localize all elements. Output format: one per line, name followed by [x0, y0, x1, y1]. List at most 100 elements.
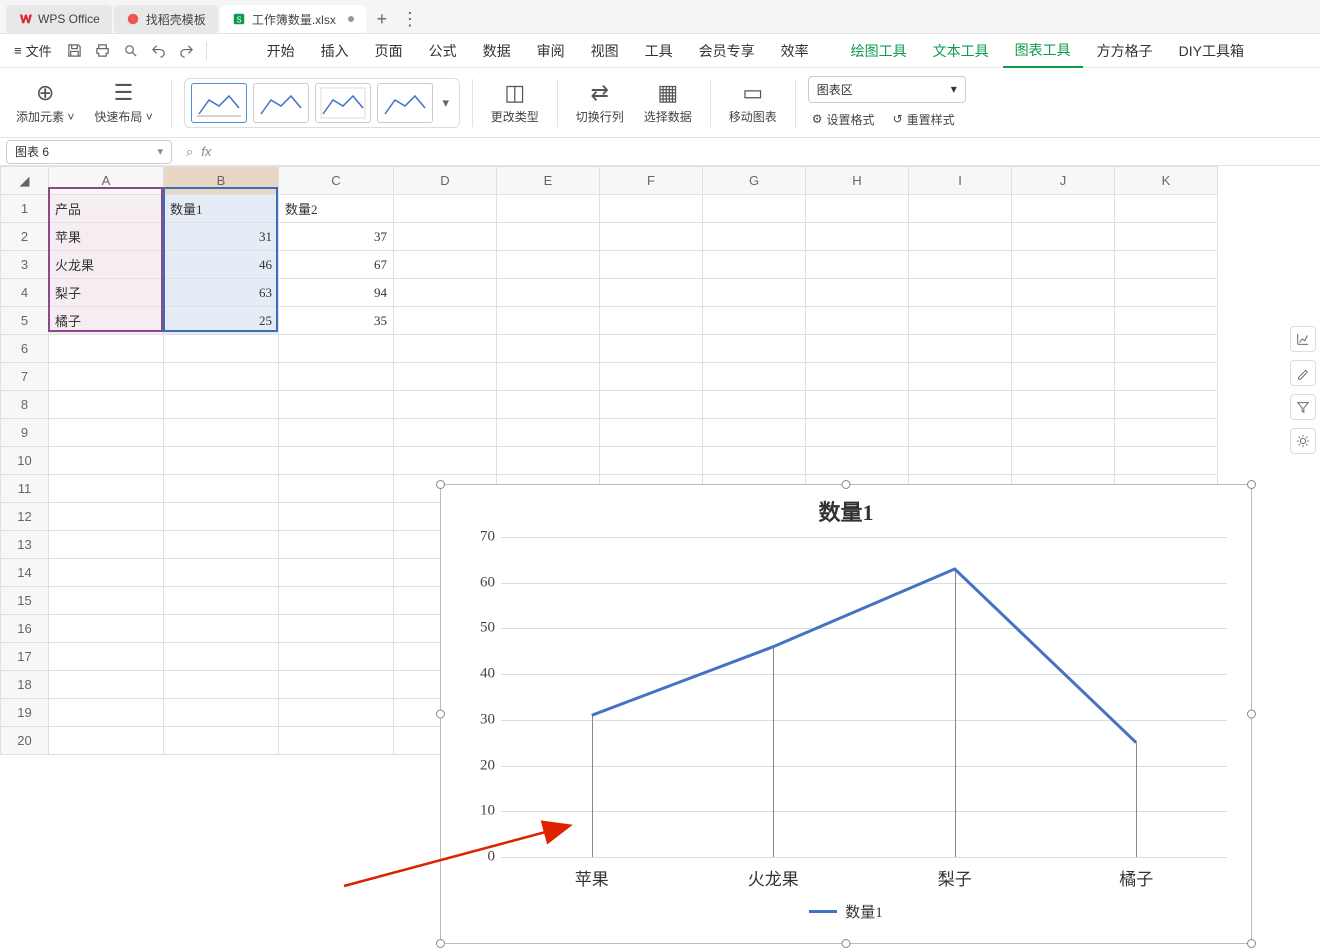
resize-handle[interactable] [1247, 480, 1256, 489]
ribbon-move-chart[interactable]: ▭ 移动图表 [723, 73, 783, 133]
cell[interactable] [703, 279, 806, 307]
row-header[interactable]: 9 [1, 419, 49, 447]
cell[interactable] [806, 419, 909, 447]
resize-handle[interactable] [1247, 939, 1256, 948]
row-header[interactable]: 5 [1, 307, 49, 335]
cell[interactable] [164, 447, 279, 475]
cell[interactable] [279, 699, 394, 727]
cell[interactable] [1115, 307, 1218, 335]
chart-styles-button[interactable] [1290, 360, 1316, 386]
cell[interactable] [600, 279, 703, 307]
cell[interactable] [600, 251, 703, 279]
cell[interactable]: 37 [279, 223, 394, 251]
cell[interactable] [279, 475, 394, 503]
cell[interactable] [1012, 223, 1115, 251]
menu-diy[interactable]: DIY工具箱 [1167, 35, 1256, 67]
cell[interactable]: 94 [279, 279, 394, 307]
cell[interactable] [279, 363, 394, 391]
col-header[interactable]: H [806, 167, 909, 195]
cell[interactable]: 数量1 [164, 195, 279, 223]
chart-style-4[interactable] [377, 83, 433, 123]
cell[interactable]: 31 [164, 223, 279, 251]
cell[interactable] [49, 363, 164, 391]
cell[interactable] [806, 447, 909, 475]
cell[interactable] [703, 363, 806, 391]
resize-handle[interactable] [842, 480, 851, 489]
cell[interactable] [49, 615, 164, 643]
cell[interactable] [600, 195, 703, 223]
col-header[interactable]: D [394, 167, 497, 195]
resize-handle[interactable] [436, 480, 445, 489]
cell[interactable]: 火龙果 [49, 251, 164, 279]
cell[interactable] [49, 391, 164, 419]
cell[interactable] [806, 335, 909, 363]
cell[interactable] [806, 307, 909, 335]
chart-object[interactable]: 数量1 010203040506070苹果火龙果梨子橘子 数量1 [440, 484, 1252, 944]
cell[interactable] [497, 419, 600, 447]
cell[interactable] [703, 447, 806, 475]
cell[interactable] [909, 419, 1012, 447]
col-header[interactable]: F [600, 167, 703, 195]
cell[interactable] [164, 559, 279, 587]
menu-page[interactable]: 页面 [363, 35, 415, 67]
tab-overflow-button[interactable]: ⋮ [396, 5, 424, 33]
row-header[interactable]: 14 [1, 559, 49, 587]
cell[interactable] [49, 419, 164, 447]
menu-member[interactable]: 会员专享 [687, 35, 767, 67]
cell[interactable] [1012, 335, 1115, 363]
chart-filter-button[interactable] [1290, 394, 1316, 420]
menu-insert[interactable]: 插入 [309, 35, 361, 67]
cell[interactable] [1012, 391, 1115, 419]
app-tab-workbook[interactable]: S 工作簿数量.xlsx [220, 5, 366, 33]
row[interactable]: 8 [1, 391, 1218, 419]
cell[interactable] [909, 251, 1012, 279]
print-preview-button[interactable] [118, 38, 144, 64]
cell[interactable]: 35 [279, 307, 394, 335]
cell[interactable] [164, 587, 279, 615]
cell[interactable] [279, 503, 394, 531]
row-header[interactable]: 18 [1, 671, 49, 699]
cell[interactable] [1115, 391, 1218, 419]
cell[interactable] [1115, 279, 1218, 307]
cell[interactable]: 63 [164, 279, 279, 307]
chart-style-more[interactable]: ▾ [439, 95, 453, 111]
col-header[interactable]: B [164, 167, 279, 195]
cell[interactable] [279, 671, 394, 699]
row[interactable]: 7 [1, 363, 1218, 391]
chart-area-dropdown[interactable]: 图表区 ▾ [808, 76, 966, 103]
cell[interactable]: 46 [164, 251, 279, 279]
zoom-icon[interactable]: ⌕ [186, 144, 193, 160]
name-box[interactable]: 图表 6 ▾ [6, 140, 172, 164]
cell[interactable] [49, 671, 164, 699]
chart-style-1[interactable] [191, 83, 247, 123]
save-button[interactable] [62, 38, 88, 64]
row[interactable]: 10 [1, 447, 1218, 475]
cell[interactable] [1115, 419, 1218, 447]
chart-style-3[interactable] [315, 83, 371, 123]
cell[interactable] [909, 307, 1012, 335]
cell[interactable] [49, 559, 164, 587]
undo-button[interactable] [146, 38, 172, 64]
cell[interactable] [164, 419, 279, 447]
cell[interactable] [164, 335, 279, 363]
cell[interactable] [703, 251, 806, 279]
cell[interactable] [164, 643, 279, 671]
cell[interactable]: 苹果 [49, 223, 164, 251]
cell[interactable] [806, 223, 909, 251]
cell[interactable] [164, 503, 279, 531]
cell[interactable] [49, 587, 164, 615]
app-tab-wps[interactable]: WPS Office [6, 5, 112, 33]
row[interactable]: 3火龙果4667 [1, 251, 1218, 279]
cell[interactable] [49, 447, 164, 475]
cell[interactable] [909, 335, 1012, 363]
cell[interactable] [806, 363, 909, 391]
select-all-corner[interactable]: ◢ [1, 167, 49, 195]
cell[interactable] [806, 251, 909, 279]
cell[interactable] [806, 195, 909, 223]
row-header[interactable]: 1 [1, 195, 49, 223]
row[interactable]: 9 [1, 419, 1218, 447]
cell[interactable] [497, 335, 600, 363]
cell[interactable] [909, 363, 1012, 391]
row-header[interactable]: 3 [1, 251, 49, 279]
col-header[interactable]: A [49, 167, 164, 195]
